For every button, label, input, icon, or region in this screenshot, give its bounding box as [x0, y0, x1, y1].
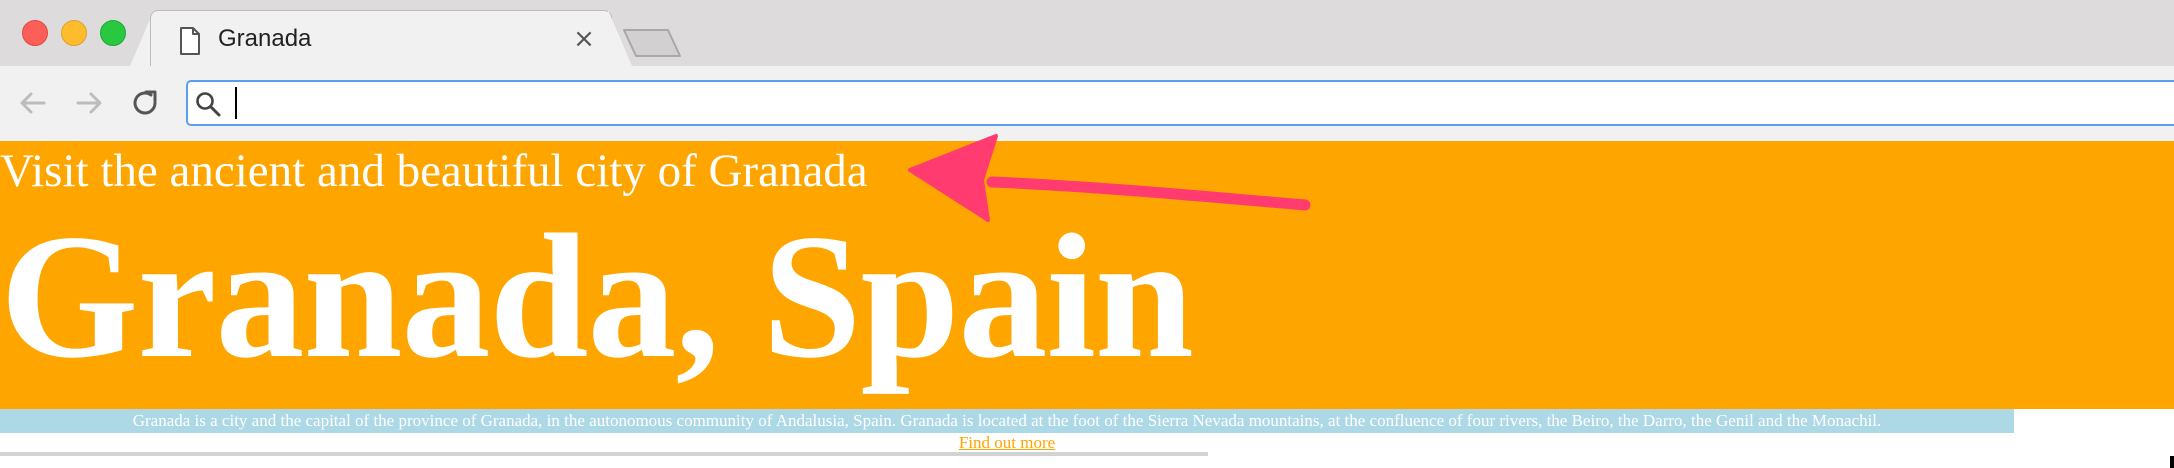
window-close-button[interactable] — [22, 20, 48, 46]
find-out-more-paragraph: Find out more — [0, 432, 2014, 454]
divider — [0, 452, 1208, 456]
window-minimize-button[interactable] — [61, 20, 87, 46]
reload-icon[interactable] — [128, 86, 162, 120]
new-tab-icon[interactable] — [622, 28, 682, 58]
document-icon — [180, 27, 200, 55]
page-tagline: Visit the ancient and beautiful city of … — [0, 145, 868, 197]
scroll-edge-marker — [2170, 456, 2174, 468]
find-out-more-link[interactable]: Find out more — [959, 433, 1055, 452]
city-description: Granada is a city and the capital of the… — [132, 411, 1882, 430]
arrow-pointer-icon — [908, 134, 1311, 222]
close-icon[interactable]: × — [570, 24, 598, 54]
search-icon — [196, 92, 221, 117]
window-maximize-button[interactable] — [100, 20, 126, 46]
address-input[interactable] — [232, 86, 2132, 120]
arrow-left-icon[interactable] — [16, 86, 50, 120]
tab-title: Granada — [218, 25, 312, 52]
arrow-right-icon[interactable] — [72, 86, 106, 120]
text-caret — [235, 87, 237, 119]
